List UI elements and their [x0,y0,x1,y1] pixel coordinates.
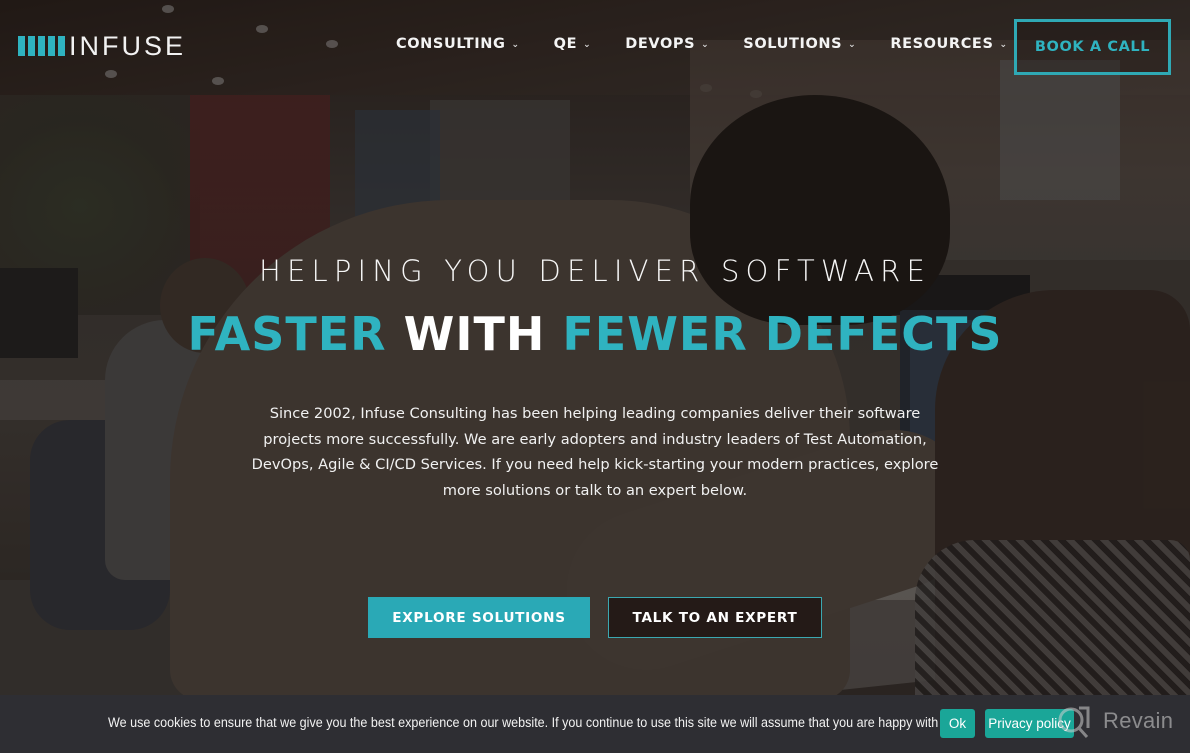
nav-item-qe[interactable]: QE ⌄ [554,36,592,52]
site-header: INFUSE CONSULTING ⌄ QE ⌄ DEVOPS ⌄ SOLUTI… [0,0,1190,95]
nav-item-label: SOLUTIONS [743,36,843,52]
talk-to-expert-button[interactable]: TALK TO AN EXPERT [608,597,822,638]
chevron-down-icon: ⌄ [701,40,710,50]
logo-bar [58,36,65,56]
hero-title-with: WITH [403,307,546,361]
nav-item-label: DEVOPS [625,36,696,52]
logo-bars-icon [18,36,65,56]
nav-item-label: RESOURCES [890,36,994,52]
nav-item-solutions[interactable]: SOLUTIONS ⌄ [743,36,856,52]
chevron-down-icon: ⌄ [511,40,520,50]
logo-bar [48,36,55,56]
cookie-ok-button[interactable]: Ok [940,709,975,738]
hero-dark-overlay [0,0,1190,753]
brand-name: INFUSE [69,31,187,61]
logo-bar [38,36,45,56]
hero-description: Since 2002, Infuse Consulting has been h… [251,405,939,499]
nav-item-label: QE [553,36,578,52]
main-nav: CONSULTING ⌄ QE ⌄ DEVOPS ⌄ SOLUTIONS ⌄ R… [396,36,1008,52]
nav-item-label: CONSULTING [396,36,506,52]
book-a-call-button[interactable]: BOOK A CALL [1014,19,1171,75]
brand-logo[interactable]: INFUSE [18,31,187,61]
chevron-down-icon: ⌄ [999,40,1008,50]
logo-bar [18,36,25,56]
nav-item-consulting[interactable]: CONSULTING ⌄ [396,36,520,52]
nav-item-resources[interactable]: RESOURCES ⌄ [890,36,1007,52]
revain-watermark-text: Revain [1103,708,1174,733]
chevron-down-icon: ⌄ [583,40,592,50]
nav-item-devops[interactable]: DEVOPS ⌄ [625,36,709,52]
hero-title-faster: FASTER [187,307,387,361]
revain-watermark: Revain [1057,706,1174,739]
hero-background-image [0,0,1190,753]
hero-subtitle: HELPING YOU DELIVER SOFTWARE [258,254,932,288]
logo-bar [28,36,35,56]
explore-solutions-button[interactable]: EXPLORE SOLUTIONS [368,597,590,638]
chevron-down-icon: ⌄ [848,40,857,50]
hero-title-fewer-defects: FEWER DEFECTS [562,307,1003,361]
revain-logo-icon [1057,706,1090,739]
cookie-message: We use cookies to ensure that we give yo… [108,715,952,730]
hero-title: FASTER WITH FEWER DEFECTS [0,306,1190,362]
